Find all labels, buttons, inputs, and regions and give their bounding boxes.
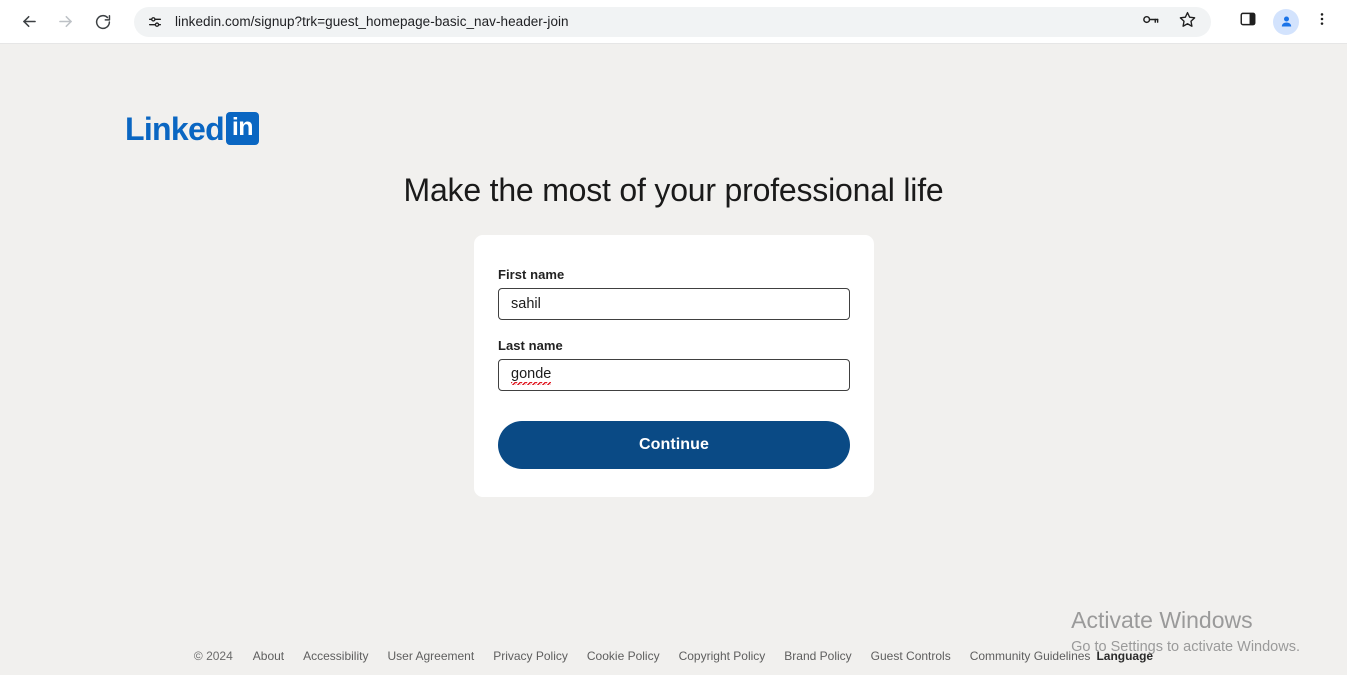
last-name-label: Last name: [498, 338, 563, 353]
last-name-value: gonde: [511, 365, 552, 385]
forward-button[interactable]: [50, 7, 80, 37]
browser-toolbar: linkedin.com/signup?trk=guest_homepage-b…: [0, 0, 1347, 44]
profile-button[interactable]: [1271, 7, 1301, 37]
back-button[interactable]: [14, 7, 44, 37]
profile-avatar-icon: [1273, 8, 1299, 35]
footer-link[interactable]: Community Guidelines: [970, 649, 1091, 663]
linkedin-logo-in-text: in: [231, 113, 254, 141]
address-bar[interactable]: linkedin.com/signup?trk=guest_homepage-b…: [134, 6, 1211, 37]
reload-icon: [94, 13, 112, 31]
first-name-value: sahil: [511, 296, 541, 312]
form-spacer: [498, 320, 850, 338]
continue-button[interactable]: Continue: [498, 421, 850, 469]
footer-link-list: About Accessibility User Agreement Privacy …: [253, 647, 1091, 665]
footer-language-selector[interactable]: Language: [1096, 649, 1153, 663]
reload-button[interactable]: [88, 7, 118, 37]
footer-link[interactable]: Brand Policy: [784, 649, 851, 663]
footer-link[interactable]: Privacy Policy: [493, 649, 568, 663]
back-arrow-icon: [20, 12, 39, 31]
footer-link[interactable]: User Agreement: [387, 649, 474, 663]
forward-arrow-icon: [56, 12, 75, 31]
three-dot-menu-icon: [1314, 11, 1330, 32]
footer-link[interactable]: Accessibility: [303, 649, 368, 663]
signup-form-card: First name sahil Last name gonde Continu…: [474, 235, 874, 497]
last-name-input[interactable]: gonde: [498, 359, 850, 391]
footer-copyright: © 2024: [193, 649, 233, 663]
side-panel-icon: [1239, 10, 1257, 33]
site-settings-tune-icon[interactable]: [146, 13, 163, 30]
signup-page: Linked in Make the most of your professi…: [0, 44, 1347, 675]
footer-links-container: © 2024 About Accessibility User Agreement P…: [194, 647, 1153, 665]
footer-link[interactable]: Copyright Policy: [679, 649, 766, 663]
linkedin-logo-in-box: in: [225, 112, 259, 145]
omnibox-actions: [1141, 10, 1201, 34]
page-title: Make the most of your professional life: [403, 172, 944, 208]
footer-link[interactable]: About: [253, 649, 284, 663]
footer-link[interactable]: Guest Controls: [871, 649, 951, 663]
linkedin-logo-wordmark: Linked: [125, 110, 225, 147]
bookmark-star-icon[interactable]: [1178, 10, 1197, 34]
side-panel-button[interactable]: [1233, 7, 1263, 37]
linkedin-logo[interactable]: Linked in: [125, 112, 259, 145]
password-key-icon[interactable]: [1141, 10, 1160, 34]
address-bar-url[interactable]: linkedin.com/signup?trk=guest_homepage-b…: [175, 14, 569, 29]
watermark-title: Activate Windows: [1071, 607, 1253, 634]
first-name-input[interactable]: sahil: [498, 288, 850, 320]
footer-link[interactable]: Cookie Policy: [587, 649, 660, 663]
page-footer: © 2024 About Accessibility User Agreement P…: [0, 637, 1347, 675]
toolbar-right-actions: [1219, 7, 1337, 37]
chrome-menu-button[interactable]: [1307, 7, 1337, 37]
first-name-label: First name: [498, 267, 565, 282]
